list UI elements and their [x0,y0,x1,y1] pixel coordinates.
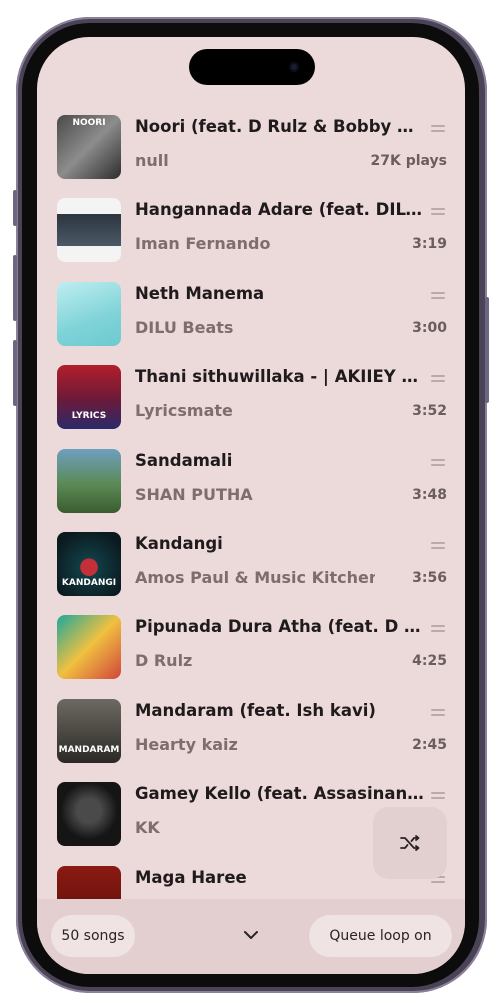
album-art: NOORI [57,115,121,179]
song-title: Pipunada Dura Atha (feat. D Rulz) [135,617,425,637]
song-row[interactable]: Hangannada Adare (feat. DILU B... Iman Fe… [37,198,465,270]
album-art: MANDARAM [57,698,121,763]
song-title: Neth Manema [135,283,265,303]
shuffle-icon [400,835,420,851]
drag-handle-icon[interactable] [431,375,445,383]
screen: NOORI Noori (feat. D Rulz & Bobby KY) null… [37,37,465,974]
drag-handle-icon[interactable] [431,125,445,133]
drag-handle-icon[interactable] [431,792,445,800]
drag-handle-icon[interactable] [431,708,445,717]
power-button [485,297,489,403]
song-duration: 3:56 [412,570,447,586]
drag-handle-icon[interactable] [431,625,445,633]
album-art [57,281,121,346]
song-artist: Lyricsmate [135,401,233,421]
chevron-down-icon[interactable] [243,929,259,941]
song-title: Sandamali [135,450,233,470]
album-art [57,448,121,513]
song-artist: KK [135,818,160,838]
album-art [57,615,121,680]
song-artist: Iman Fernando [135,234,271,254]
dynamic-island [189,49,315,85]
song-title: Gamey Kello (feat. Assasinandie) [135,784,425,804]
album-art [57,198,121,263]
queue-loop-label: Queue loop on [329,928,432,944]
shuffle-button[interactable] [373,807,447,879]
album-art-text: LYRICS [71,411,107,422]
song-row[interactable]: Neth Manema DILU Beats 3:00 [37,281,465,354]
song-duration: 27K plays [370,153,447,169]
song-row[interactable]: Sandamali SHAN PUTHA 3:48 [37,448,465,521]
song-artist: Hearty kaiz [135,734,238,754]
song-duration: 2:45 [412,736,447,753]
song-row[interactable]: LYRICS Thani sithuwillaka - | AKIIEY x US… [37,365,465,437]
queue-footer: 50 songs Queue loop on [37,899,465,974]
album-art [57,782,121,847]
song-artist: null [135,151,169,170]
song-duration: 4:25 [412,653,447,670]
drag-handle-icon[interactable] [431,208,445,216]
song-title: Mandaram (feat. Ish kavi) [135,700,376,720]
album-art: LYRICS [57,365,121,430]
drag-handle-icon[interactable] [431,458,445,467]
action-button [13,190,17,226]
song-title: Kandangi [135,534,223,553]
song-artist: D Rulz [135,651,193,671]
song-count-button[interactable]: 50 songs [51,915,135,957]
volume-down-button [13,340,17,406]
volume-up-button [13,255,17,321]
song-row[interactable]: Pipunada Dura Atha (feat. D Rulz) D Rulz 4… [37,615,465,687]
song-duration: 3:00 [412,319,447,336]
album-art-text: KANDANGI [61,578,117,588]
song-title: Noori (feat. D Rulz & Bobby KY) [135,117,425,136]
song-duration: 3:19 [412,236,447,253]
drag-handle-icon[interactable] [431,291,445,300]
song-title: Thani sithuwillaka - | AKIIEY x US... [135,367,425,387]
camera-icon [289,62,299,72]
album-art-text: NOORI [72,118,106,128]
song-row[interactable]: KANDANGI Kandangi Amos Paul & Music Kitche… [37,532,465,604]
drag-handle-icon[interactable] [431,542,445,550]
song-row[interactable]: NOORI Noori (feat. D Rulz & Bobby KY) null… [37,115,465,187]
song-artist: SHAN PUTHA [135,484,253,504]
song-row[interactable]: MANDARAM Mandaram (feat. Ish kavi) Hearty … [37,698,465,771]
album-art: KANDANGI [57,532,121,596]
album-art-text: MANDARAM [58,744,120,755]
song-duration: 3:52 [412,403,447,420]
song-artist: Amos Paul & Music Kitchen [135,568,375,587]
song-title: Hangannada Adare (feat. DILU B... [135,200,425,220]
song-duration: 3:48 [412,486,447,503]
song-count-label: 50 songs [61,928,125,944]
song-artist: DILU Beats [135,317,234,337]
queue-loop-button[interactable]: Queue loop on [309,915,452,957]
